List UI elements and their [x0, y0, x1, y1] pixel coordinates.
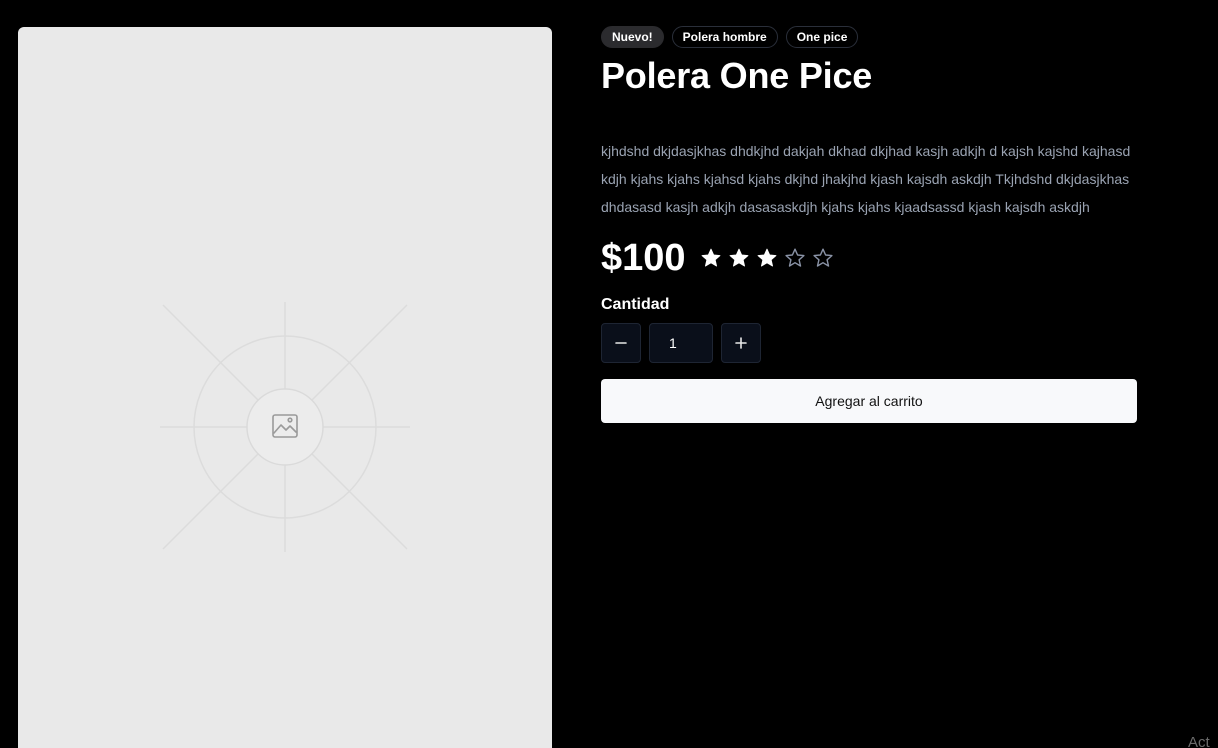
quantity-input[interactable] [649, 323, 713, 363]
product-title: Polera One Pice [601, 55, 873, 96]
star-filled-icon [729, 248, 748, 267]
product-details: Nuevo! Polera hombre One pice Polera One… [601, 26, 1141, 423]
product-image-placeholder [18, 27, 552, 748]
badge-new: Nuevo! [601, 26, 664, 48]
rating-stars [700, 247, 834, 269]
star-filled-icon [757, 248, 776, 267]
activation-watermark: Act [1188, 734, 1210, 748]
star-empty-icon [784, 248, 805, 267]
badge-collection: One pice [785, 26, 859, 48]
increment-button[interactable] [721, 323, 761, 363]
add-to-cart-button[interactable]: Agregar al carrito [601, 379, 1137, 423]
price-row: $100 [601, 235, 1141, 281]
product-page: Nuevo! Polera hombre One pice Polera One… [0, 0, 1218, 748]
badge-list: Nuevo! Polera hombre One pice [601, 26, 1141, 48]
badge-category: Polera hombre [671, 26, 778, 48]
product-description: kjhdshd dkjdasjkhas dhdkjhd dakjah dkhad… [601, 143, 1131, 215]
quantity-label: Cantidad [601, 296, 670, 313]
decrement-button[interactable] [601, 323, 641, 363]
star-filled-icon [701, 248, 720, 267]
image-placeholder-icon [160, 302, 410, 552]
minus-icon [615, 342, 627, 344]
star-empty-icon [812, 248, 833, 267]
product-price: $100 [601, 237, 686, 279]
plus-icon [735, 337, 747, 349]
quantity-stepper [601, 323, 1141, 363]
